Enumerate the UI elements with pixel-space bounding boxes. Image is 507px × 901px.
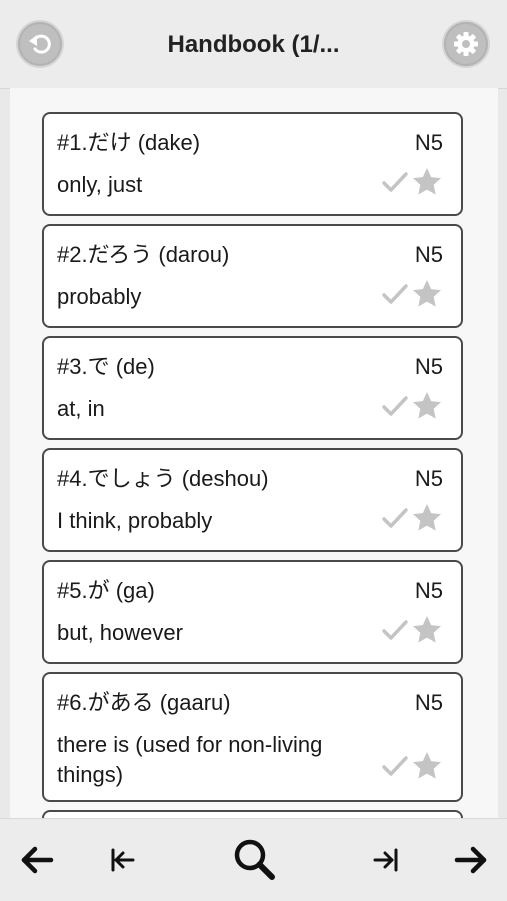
arrow-right-icon	[454, 846, 487, 874]
gear-icon	[454, 32, 478, 56]
previous-button[interactable]	[12, 835, 62, 885]
jlpt-level-badge: N5	[414, 354, 443, 379]
jlpt-level-badge: N5	[414, 690, 443, 715]
next-button[interactable]	[446, 835, 496, 885]
item-heading: #4.でしょう (deshou)	[57, 466, 269, 491]
item-meaning: at, in	[57, 396, 105, 421]
check-icon[interactable]	[381, 168, 409, 196]
star-icon[interactable]	[411, 278, 443, 310]
jlpt-level-badge: N5	[414, 130, 443, 155]
back-button[interactable]	[18, 22, 62, 66]
list-item[interactable]: #2.だろう (darou) N5 probably	[42, 224, 463, 328]
search-button[interactable]	[226, 835, 282, 885]
jlpt-level-badge: N5	[414, 242, 443, 267]
star-icon[interactable]	[411, 750, 443, 782]
header-bar: Handbook (1/...	[0, 0, 507, 89]
search-icon	[234, 839, 275, 880]
item-meaning: I think, probably	[57, 508, 213, 533]
star-icon[interactable]	[411, 614, 443, 646]
first-page-button[interactable]	[96, 835, 146, 885]
last-page-button[interactable]	[362, 835, 412, 885]
item-heading: #5.が (ga)	[57, 578, 155, 603]
list-item[interactable]: #6.がある (gaaru) N5 there is (used for non…	[42, 672, 463, 802]
list-item-partial[interactable]	[42, 810, 463, 818]
item-meaning: but, however	[57, 620, 183, 645]
back-arrow-icon	[29, 34, 51, 54]
check-icon[interactable]	[381, 752, 409, 780]
jlpt-level-badge: N5	[414, 466, 443, 491]
list-item[interactable]: #5.が (ga) N5 but, however	[42, 560, 463, 664]
star-icon[interactable]	[411, 390, 443, 422]
star-icon[interactable]	[411, 502, 443, 534]
check-icon[interactable]	[381, 504, 409, 532]
settings-button[interactable]	[444, 22, 488, 66]
page-title: Handbook (1/...	[167, 31, 340, 58]
arrow-left-icon	[21, 846, 54, 874]
item-heading: #1.だけ (dake)	[57, 130, 201, 155]
jlpt-level-badge: N5	[414, 578, 443, 603]
list-item[interactable]: #1.だけ (dake) N5 only, just	[42, 112, 463, 216]
item-heading: #3.で (de)	[57, 354, 155, 379]
bottom-toolbar	[0, 818, 507, 901]
item-meaning: probably	[57, 284, 142, 309]
star-icon[interactable]	[411, 166, 443, 198]
first-page-icon	[111, 848, 135, 872]
list-item[interactable]: #3.で (de) N5 at, in	[42, 336, 463, 440]
check-icon[interactable]	[381, 392, 409, 420]
item-heading: #6.がある (gaaru)	[57, 690, 231, 715]
grammar-list[interactable]: #1.だけ (dake) N5 only, just #2.だろう (darou…	[10, 88, 498, 818]
last-page-icon	[373, 848, 398, 872]
list-item[interactable]: #4.でしょう (deshou) N5 I think, probably	[42, 448, 463, 552]
check-icon[interactable]	[381, 280, 409, 308]
item-meaning: only, just	[57, 172, 143, 197]
item-meaning: there is (used for non-living things)	[57, 732, 323, 787]
item-heading: #2.だろう (darou)	[57, 242, 230, 267]
check-icon[interactable]	[381, 616, 409, 644]
